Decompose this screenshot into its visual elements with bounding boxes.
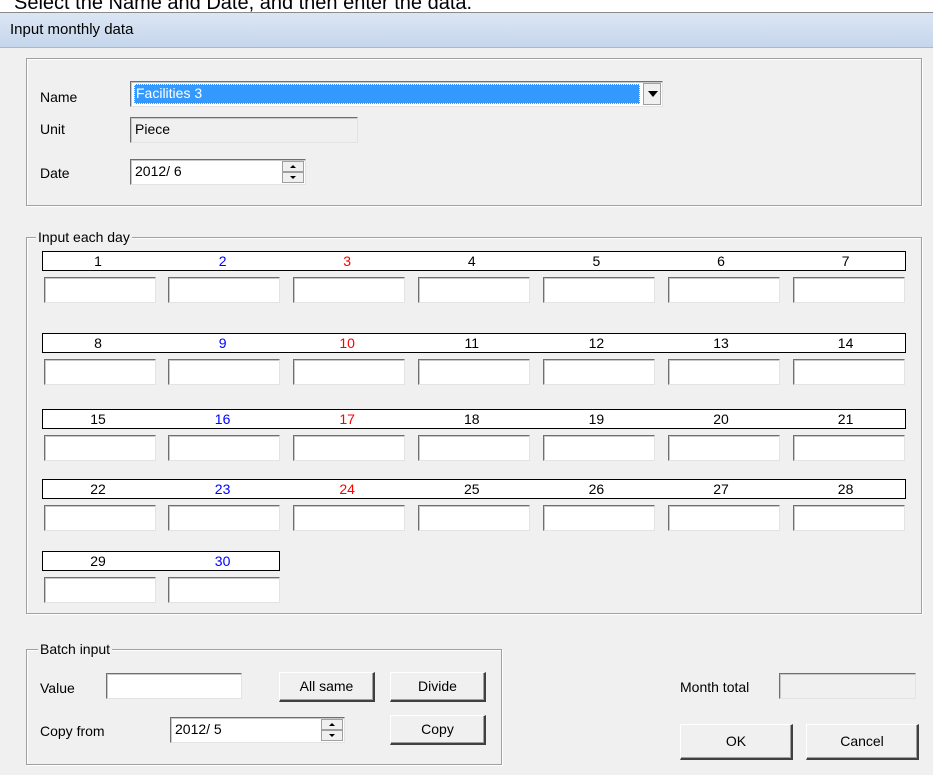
- name-label: Name: [40, 89, 78, 105]
- batch-input-legend: Batch input: [38, 641, 113, 657]
- day-value-input[interactable]: [543, 277, 655, 303]
- day-value-input[interactable]: [293, 505, 405, 531]
- day-number: 8: [94, 335, 102, 351]
- day-number: 1: [94, 253, 102, 269]
- day-number: 12: [588, 335, 605, 351]
- day-number: 30: [214, 553, 231, 569]
- day-number: 11: [464, 335, 480, 351]
- day-number: 13: [713, 335, 729, 351]
- copy-from-spin-buttons[interactable]: [321, 719, 343, 741]
- day-header-row: 8 9 10 11 12 13 14: [42, 333, 906, 353]
- value-label: Value: [40, 680, 75, 696]
- date-label: Date: [40, 165, 70, 181]
- cancel-button[interactable]: Cancel: [806, 724, 919, 760]
- copy-from-spinner[interactable]: 2012/ 5: [170, 717, 345, 743]
- day-value-input[interactable]: [168, 359, 280, 385]
- day-number: 9: [218, 335, 227, 351]
- day-value-input[interactable]: [44, 577, 156, 603]
- day-header-row: 22 23 24 25 26 27 28: [42, 479, 906, 499]
- day-value-input[interactable]: [668, 505, 780, 531]
- name-combobox[interactable]: Facilities 3: [130, 81, 663, 107]
- copy-button[interactable]: Copy: [390, 715, 486, 745]
- name-dropdown-button[interactable]: [643, 83, 661, 105]
- day-value-input[interactable]: [668, 359, 780, 385]
- day-value-input[interactable]: [543, 359, 655, 385]
- day-value-input[interactable]: [793, 359, 905, 385]
- day-value-input[interactable]: [44, 277, 156, 303]
- dialog-title: Input monthly data: [10, 21, 134, 38]
- day-value-input[interactable]: [44, 359, 156, 385]
- day-header-row: 1 2 3 4 5 6 7: [42, 251, 906, 271]
- spin-down-icon[interactable]: [321, 730, 343, 741]
- day-number: 6: [717, 253, 725, 269]
- day-number: 17: [339, 411, 355, 427]
- day-value-input[interactable]: [168, 577, 280, 603]
- month-total-label: Month total: [680, 679, 750, 695]
- input-monthly-data-dialog: Input monthly data Name Facilities 3 Uni…: [0, 12, 933, 775]
- day-number: 18: [464, 411, 480, 427]
- unit-field: Piece: [130, 117, 358, 143]
- day-value-input[interactable]: [543, 505, 655, 531]
- day-value-input[interactable]: [793, 505, 905, 531]
- spin-down-icon[interactable]: [282, 172, 304, 183]
- input-each-day-legend: Input each day: [36, 229, 132, 245]
- day-value-input[interactable]: [168, 277, 280, 303]
- day-number: 23: [214, 481, 231, 497]
- spin-up-icon[interactable]: [321, 719, 343, 730]
- date-value: 2012/ 6: [135, 163, 182, 179]
- day-number: 16: [214, 411, 231, 427]
- copy-from-label: Copy from: [40, 723, 105, 739]
- day-number: 27: [713, 481, 729, 497]
- copy-from-value: 2012/ 5: [175, 721, 222, 737]
- date-spinner[interactable]: 2012/ 6: [130, 159, 306, 185]
- day-number: 5: [592, 253, 601, 269]
- date-spin-buttons[interactable]: [282, 161, 304, 183]
- day-value-input[interactable]: [418, 277, 530, 303]
- day-value-input[interactable]: [44, 505, 156, 531]
- day-number: 4: [467, 253, 476, 269]
- day-number: 2: [218, 253, 227, 269]
- day-number: 25: [464, 481, 480, 497]
- unit-label: Unit: [40, 121, 65, 137]
- day-header-row: 15 16 17 18 19 20 21: [42, 409, 906, 429]
- day-value-input[interactable]: [168, 505, 280, 531]
- all-same-button[interactable]: All same: [279, 672, 375, 702]
- batch-value-input[interactable]: [106, 673, 242, 699]
- day-number: 14: [837, 335, 854, 351]
- day-number: 15: [90, 411, 106, 427]
- day-number: 7: [841, 253, 850, 269]
- day-value-input[interactable]: [418, 505, 530, 531]
- batch-input-group: [26, 649, 502, 765]
- name-selected-value: Facilities 3: [134, 84, 640, 104]
- day-number: 10: [339, 335, 355, 351]
- day-value-input[interactable]: [293, 277, 405, 303]
- day-number: 19: [588, 411, 605, 427]
- divide-button[interactable]: Divide: [390, 672, 486, 702]
- day-value-input[interactable]: [793, 435, 905, 461]
- spin-up-icon[interactable]: [282, 161, 304, 172]
- month-total-field: [779, 673, 916, 699]
- day-number: 20: [713, 411, 729, 427]
- chevron-down-icon: [648, 91, 658, 97]
- day-value-input[interactable]: [543, 435, 655, 461]
- day-number: 21: [837, 411, 854, 427]
- day-value-input[interactable]: [168, 435, 280, 461]
- day-value-input[interactable]: [44, 435, 156, 461]
- day-value-input[interactable]: [668, 277, 780, 303]
- day-number: 29: [90, 553, 106, 569]
- dialog-titlebar[interactable]: Input monthly data: [0, 13, 933, 48]
- day-number: 24: [339, 481, 355, 497]
- day-value-input[interactable]: [793, 277, 905, 303]
- day-number: 26: [588, 481, 605, 497]
- day-header-row: 29 30: [42, 551, 280, 571]
- day-value-input[interactable]: [418, 359, 530, 385]
- day-value-input[interactable]: [418, 435, 530, 461]
- day-number: 28: [837, 481, 854, 497]
- day-number: 22: [90, 481, 106, 497]
- day-value-input[interactable]: [293, 359, 405, 385]
- day-value-input[interactable]: [668, 435, 780, 461]
- ok-button[interactable]: OK: [680, 724, 793, 760]
- day-number: 3: [343, 253, 352, 269]
- day-value-input[interactable]: [293, 435, 405, 461]
